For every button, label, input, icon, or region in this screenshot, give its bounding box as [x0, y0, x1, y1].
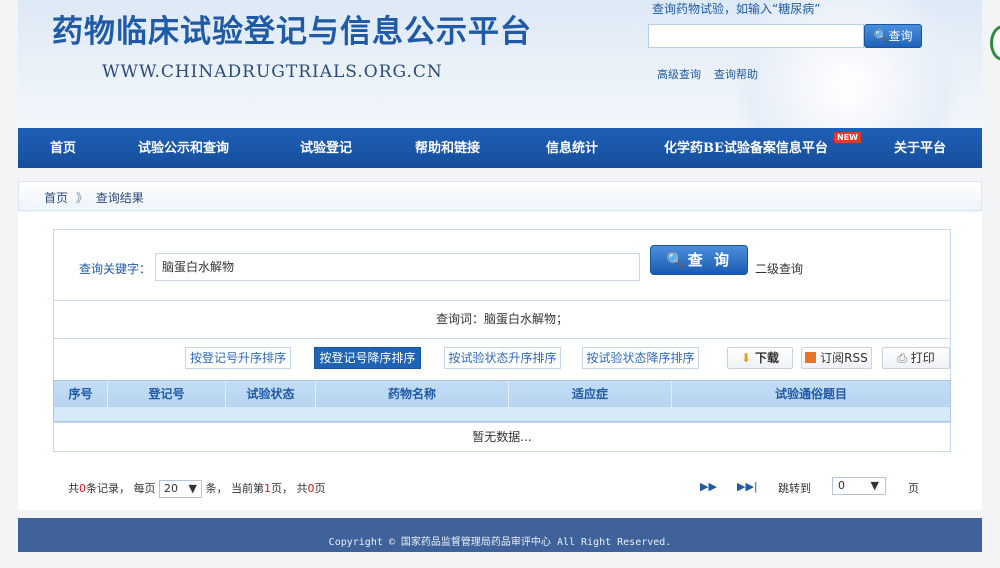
print-icon: ⎙: [897, 351, 907, 365]
secondary-search-link[interactable]: 二级查询: [755, 260, 803, 277]
col-reg-no: 登记号: [108, 381, 226, 407]
page-size-select[interactable]: 20 ▼: [159, 480, 202, 498]
advanced-search-link[interactable]: 高级查询: [657, 66, 701, 82]
new-badge: NEW: [834, 132, 861, 143]
breadcrumb-home[interactable]: 首页: [44, 191, 68, 205]
download-icon: ⬇: [741, 351, 752, 365]
last-page-icon[interactable]: ▶▶|: [737, 480, 758, 493]
print-button[interactable]: ⎙ 打印: [882, 347, 950, 369]
search-button[interactable]: 🔍查 询: [650, 245, 748, 275]
nav-trial-search[interactable]: 试验公示和查询: [138, 128, 229, 168]
nav-trial-register[interactable]: 试验登记: [300, 128, 352, 168]
breadcrumb: 首页 》 查询结果: [44, 189, 144, 206]
search-icon: 🔍: [666, 251, 688, 269]
nav-be-platform[interactable]: 化学药BE试验备案信息平台: [664, 128, 828, 168]
jump-page-select[interactable]: 0 ▼: [832, 477, 886, 495]
breadcrumb-current: 查询结果: [95, 191, 144, 205]
sort-reg-desc-button[interactable]: 按登记号降序排序: [314, 347, 421, 369]
side-widget-icon[interactable]: [990, 25, 1000, 61]
sort-reg-asc-button[interactable]: 按登记号升序排序: [185, 347, 291, 369]
breadcrumb-bar: [18, 181, 982, 211]
col-drug-name: 药物名称: [316, 381, 509, 407]
results-table-header: 序号 登记号 试验状态 药物名称 适应症 试验通俗题目: [53, 380, 951, 422]
col-title: 试验通俗题目: [774, 387, 847, 401]
total-count: 0: [79, 482, 86, 495]
sort-status-desc-button[interactable]: 按试验状态降序排序: [582, 347, 699, 369]
search-hint: 查询药物试验，如输入“糖尿病”: [652, 2, 821, 16]
download-button[interactable]: ⬇ 下载: [727, 347, 793, 369]
empty-table-row: 暂无数据...: [53, 422, 951, 452]
search-icon: 🔍: [873, 29, 889, 43]
chevron-down-icon: ▼: [870, 479, 879, 492]
breadcrumb-separator: 》: [75, 191, 88, 205]
top-search-input[interactable]: [648, 24, 864, 48]
search-help-link[interactable]: 查询帮助: [714, 66, 758, 82]
col-status: 试验状态: [226, 381, 316, 407]
nav-statistics[interactable]: 信息统计: [546, 128, 598, 168]
jump-label: 跳转到: [778, 482, 811, 495]
site-title: 药物临床试验登记与信息公示平台: [52, 14, 532, 50]
pager-summary: 共0条记录， 每页 20 ▼ 条， 当前第1页， 共0页: [68, 480, 325, 498]
rss-icon: [805, 352, 817, 363]
current-page: 1: [263, 482, 271, 495]
col-index: 序号: [54, 381, 108, 407]
keyword-label: 查询关键字：: [79, 262, 152, 276]
query-summary: 查询词：脑蛋白水解物；: [53, 300, 951, 338]
next-page-icon[interactable]: ▶▶: [700, 480, 717, 493]
site-url: WWW.CHINADRUGTRIALS.ORG.CN: [102, 62, 443, 82]
col-indication: 适应症: [509, 381, 672, 407]
footer-copyright: Copyright © 国家药品监督管理局药品审评中心 All Right Re…: [18, 518, 982, 552]
header-strip: [54, 407, 950, 421]
top-search-button[interactable]: 🔍查询: [864, 24, 922, 48]
keyword-input[interactable]: 脑蛋白水解物: [155, 253, 640, 281]
nav-help-links[interactable]: 帮助和链接: [415, 128, 480, 168]
rss-button[interactable]: 订阅RSS: [801, 347, 872, 369]
sort-status-asc-button[interactable]: 按试验状态升序排序: [444, 347, 561, 369]
page-word: 页: [908, 482, 919, 495]
nav-home[interactable]: 首页: [50, 128, 76, 168]
nav-about[interactable]: 关于平台: [894, 128, 946, 168]
